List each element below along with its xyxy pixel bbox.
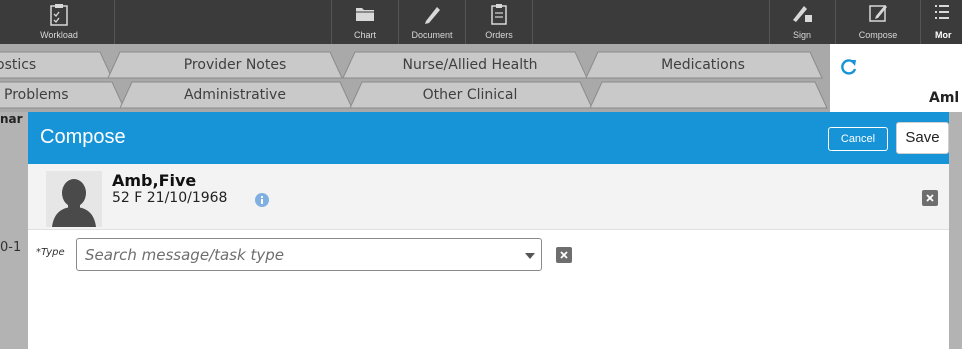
orders-clipboard-icon [491, 4, 507, 25]
background-summary-label: nar [0, 112, 23, 126]
background-right-strip [949, 112, 962, 349]
patient-demographics: 52 F 21/10/1968 [112, 190, 228, 206]
clear-type-icon[interactable] [556, 247, 572, 263]
chart-tabs: ostics Provider Notes Nurse/Allied Healt… [0, 44, 962, 112]
tab-nurse-allied-health[interactable]: Nurse/Allied Health [370, 52, 570, 78]
type-search-input[interactable] [85, 245, 505, 265]
compose-label: Compose [858, 30, 898, 40]
cancel-button[interactable]: Cancel [828, 127, 888, 151]
toolbar-divider [114, 0, 115, 44]
compose-dialog: Compose Cancel Save Amb,Five 52 F 21/10/… [28, 112, 949, 349]
type-select[interactable] [76, 238, 542, 271]
chart-button[interactable]: Chart [332, 0, 398, 44]
compose-title: Compose [40, 126, 126, 148]
workload-button[interactable]: Workload [26, 0, 92, 44]
app-root: Workload Chart Document Orders Sign Comp… [0, 0, 962, 349]
sign-button[interactable]: Sign [770, 0, 834, 44]
compose-header: Compose Cancel Save [28, 112, 949, 164]
patient-banner: Amb,Five 52 F 21/10/1968 [28, 164, 949, 230]
person-silhouette-icon [46, 171, 102, 227]
avatar [46, 171, 102, 227]
tab-administrative[interactable]: Administrative [140, 82, 330, 108]
patient-name: Amb,Five [112, 171, 197, 190]
info-icon[interactable] [255, 193, 269, 207]
orders-button[interactable]: Orders [466, 0, 532, 44]
clipboard-icon [50, 4, 68, 26]
more-button[interactable]: Mor [921, 0, 962, 44]
background-date-text: 0-1 [0, 240, 22, 255]
workload-label: Workload [40, 30, 78, 40]
sign-pen-icon [793, 6, 812, 22]
tab-problems[interactable]: Problems [4, 82, 104, 108]
list-icon [934, 5, 949, 19]
tab-other-clinical[interactable]: Other Clinical [370, 82, 570, 108]
sign-label: Sign [792, 30, 811, 40]
more-label: Mor [935, 30, 952, 40]
chart-label: Chart [353, 30, 376, 40]
compose-icon [869, 5, 887, 22]
background-left-strip: nar 0-1 [0, 112, 28, 349]
chevron-down-icon[interactable] [525, 253, 535, 259]
document-button[interactable]: Document [399, 0, 465, 44]
pencil-icon [425, 7, 440, 24]
patient-name-header: Aml [929, 90, 960, 106]
tab-diagnostics[interactable]: ostics [0, 52, 94, 78]
top-toolbar: Workload Chart Document Orders Sign Comp… [0, 0, 962, 44]
type-label: *Type [36, 247, 65, 258]
tab-provider-notes[interactable]: Provider Notes [140, 52, 330, 78]
tab-medications[interactable]: Medications [608, 52, 798, 78]
compose-button[interactable]: Compose [836, 0, 920, 44]
folder-icon [356, 8, 374, 21]
save-button[interactable]: Save [896, 122, 949, 154]
refresh-icon[interactable] [840, 58, 858, 76]
close-icon[interactable] [922, 190, 938, 206]
document-label: Document [411, 30, 453, 40]
toolbar-divider [532, 0, 533, 44]
orders-label: Orders [485, 30, 513, 40]
